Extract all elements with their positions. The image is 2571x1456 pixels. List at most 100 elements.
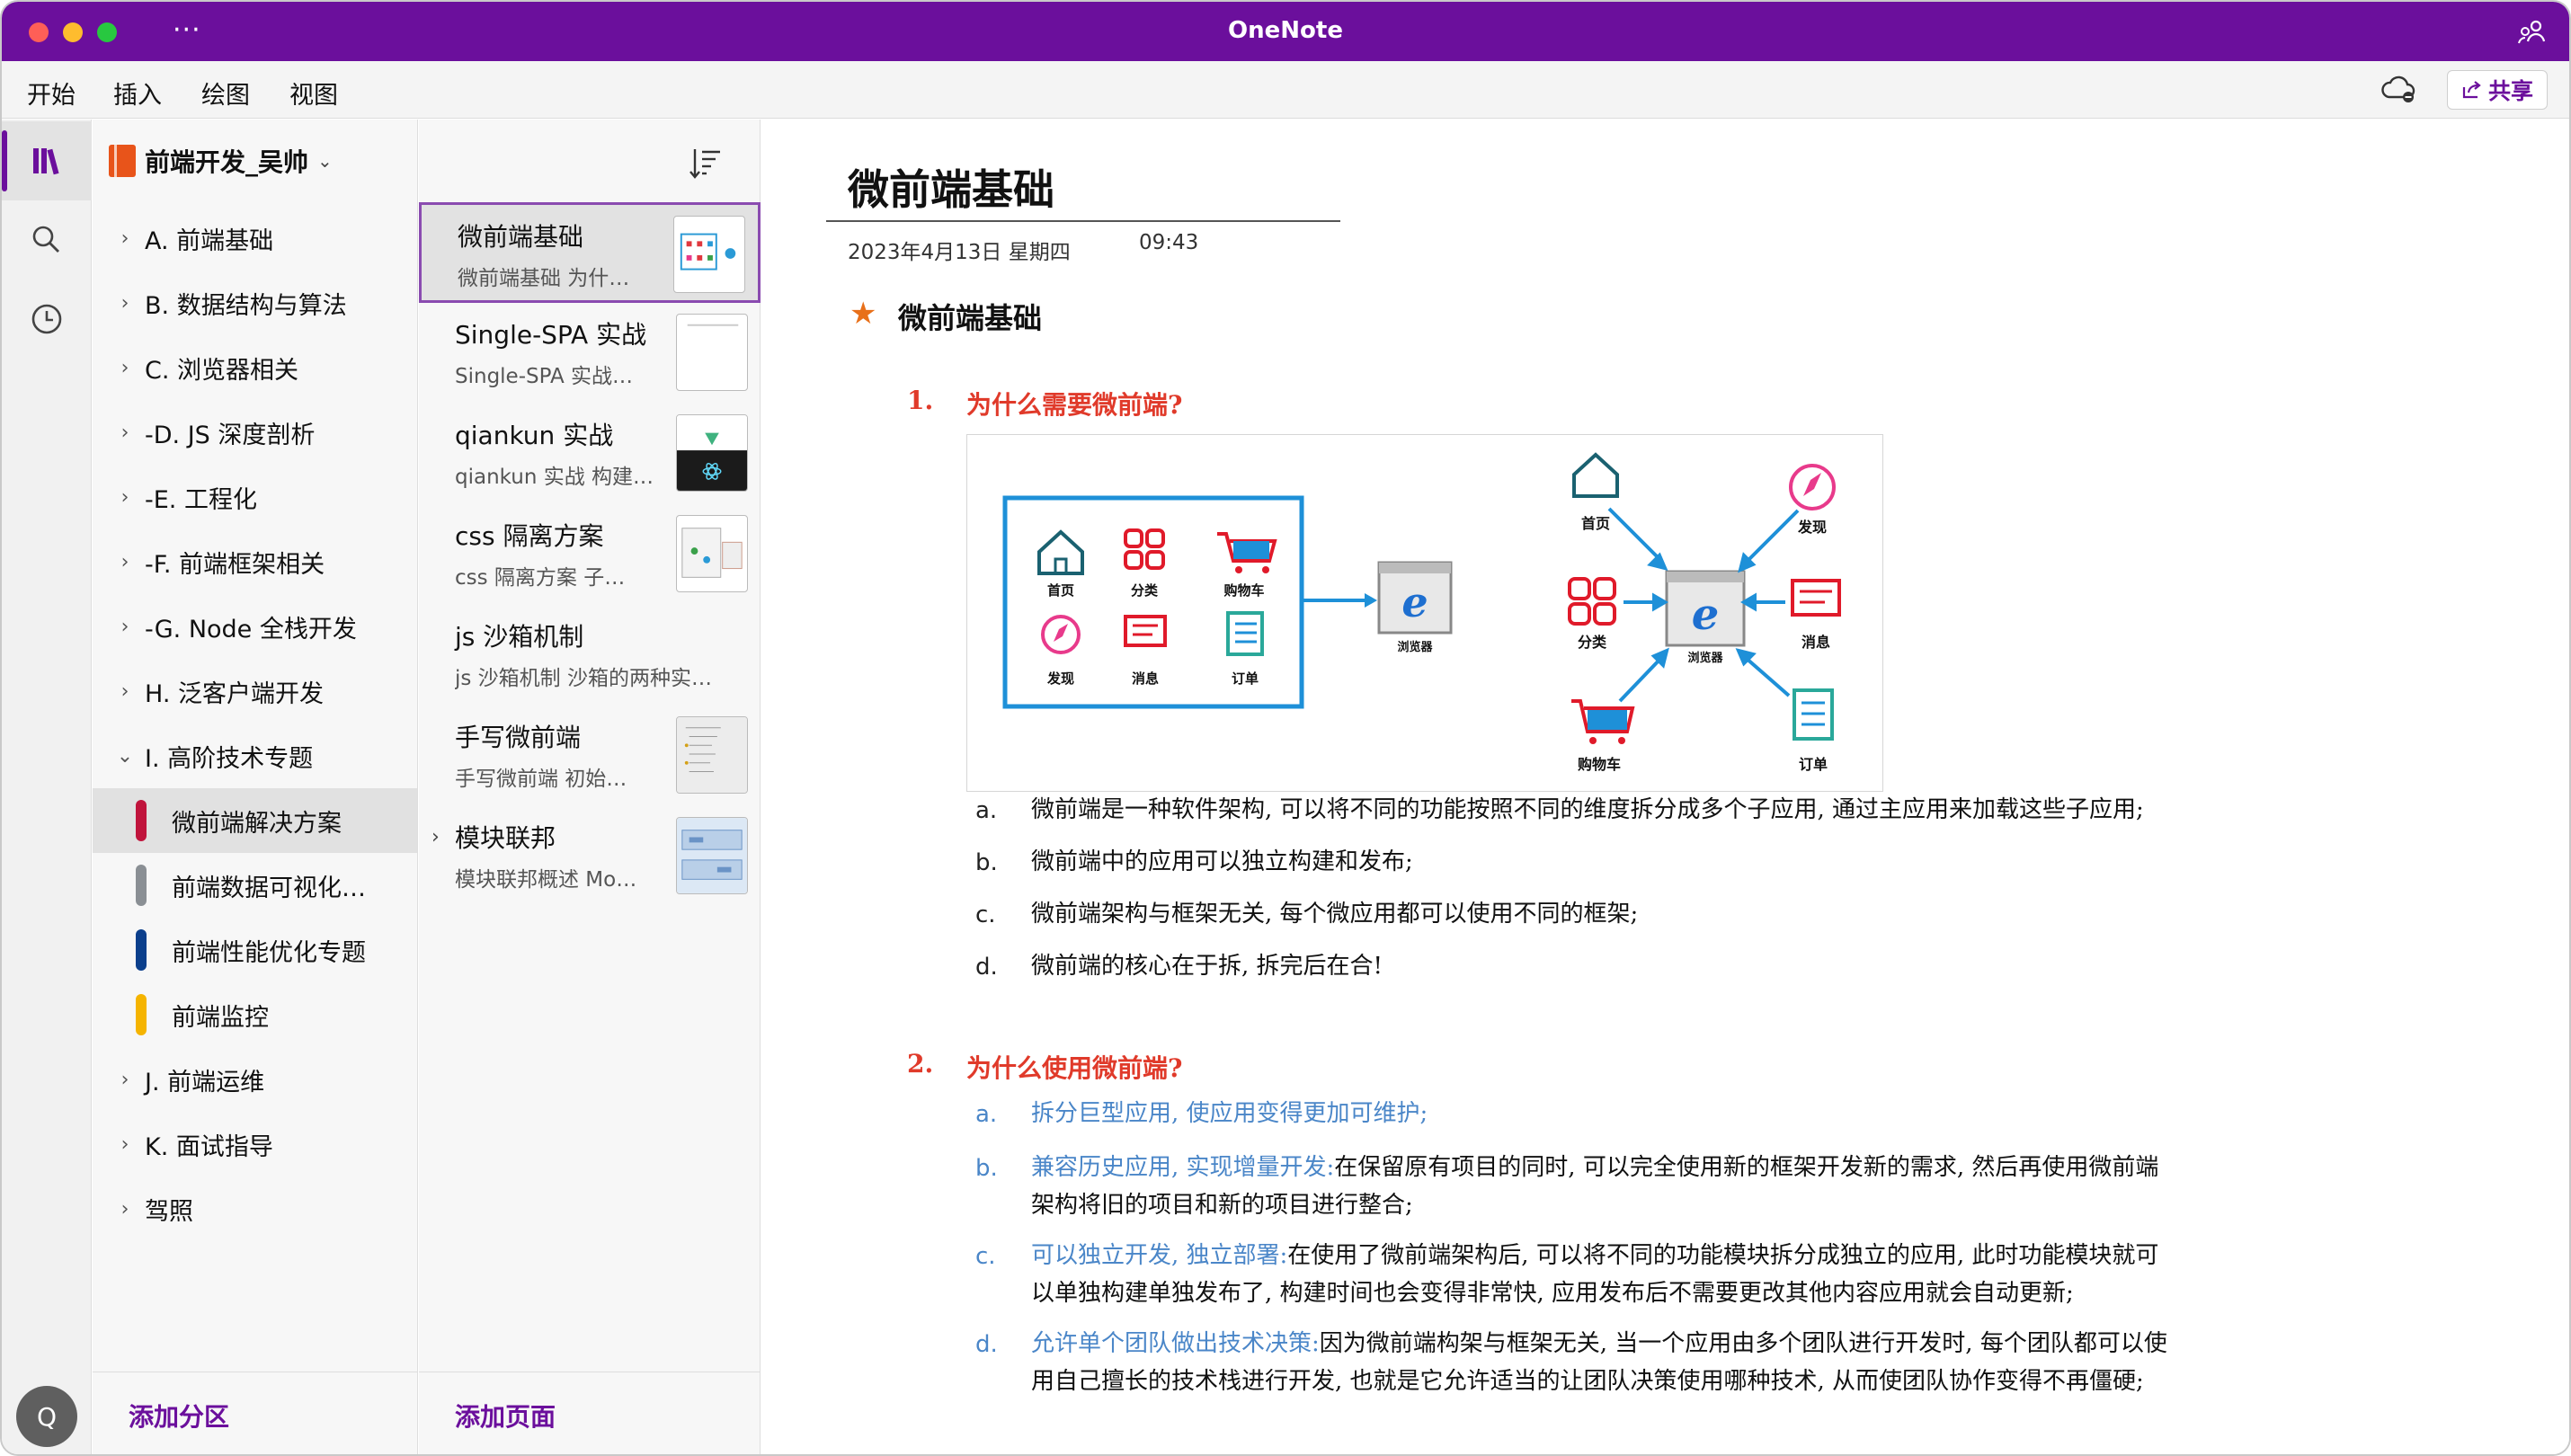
section-group-item[interactable]: › -F. 前端框架相关 — [93, 529, 417, 594]
list-marker: c. — [975, 1243, 996, 1270]
chevron-right-icon: › — [120, 291, 129, 315]
section-group-item[interactable]: › A. 前端基础 — [93, 206, 417, 271]
add-section-button[interactable]: 添加分区 — [93, 1372, 417, 1454]
list-item[interactable]: 微前端中的应用可以独立构建和发布; — [1031, 843, 2460, 881]
list-item[interactable]: 微前端架构与框架无关, 每个微应用都可以使用不同的框架; — [1031, 895, 2460, 933]
section-group-item[interactable]: › 驾照 — [93, 1176, 417, 1241]
content-heading[interactable]: 微前端基础 — [898, 296, 1042, 337]
section-item[interactable]: 前端监控 — [93, 982, 417, 1047]
menu-insert[interactable]: 插入 — [113, 75, 162, 111]
page-item[interactable]: 手写微前端 手写微前端 初始… — [419, 706, 761, 806]
page-item[interactable]: Single-SPA 实战 Single-SPA 实战… — [419, 303, 761, 404]
section-group-item[interactable]: › K. 面试指导 — [93, 1112, 417, 1176]
onenote-window: ··· OneNote 开始 插入 绘图 视图 共享 Q 前端开发_吴帅 ⌄ ›… — [0, 0, 2571, 1456]
sort-icon[interactable] — [688, 145, 724, 181]
question-heading[interactable]: 为什么需要微前端? — [966, 386, 1182, 422]
list-marker: c. — [975, 901, 996, 928]
list-item-continuation[interactable]: 用自己擅长的技术栈进行开发, 也就是它允许适当的让团队决策使用哪种技术, 从而使… — [1031, 1363, 2460, 1400]
chevron-right-icon[interactable]: › — [431, 826, 440, 848]
notebooks-icon — [33, 148, 59, 175]
menu-draw[interactable]: 绘图 — [201, 75, 250, 111]
chevron-right-icon: › — [120, 356, 129, 379]
message-icon — [1124, 615, 1167, 647]
section-label: -D. JS 深度剖析 — [145, 421, 316, 449]
section-group-item[interactable]: › B. 数据结构与算法 — [93, 271, 417, 335]
diagram-label-order-right: 订单 — [1799, 756, 1828, 773]
section-group-item[interactable]: › -G. Node 全栈开发 — [93, 594, 417, 659]
order-icon — [1226, 611, 1264, 656]
section-group-item[interactable]: › J. 前端运维 — [93, 1047, 417, 1112]
notebook-name: 前端开发_吴帅 — [145, 147, 309, 177]
list-item[interactable]: 微前端的核心在于拆, 拆完后在合! — [1031, 947, 2460, 985]
recent-rail-button[interactable] — [2, 280, 92, 359]
list-item[interactable]: 允许单个团队做出技术决策:因为微前端构架与框架无关, 当一个应用由多个团队进行开… — [1031, 1325, 2460, 1363]
section-item[interactable]: 前端性能优化专题 — [93, 918, 417, 982]
section-group-item[interactable]: › -D. JS 深度剖析 — [93, 400, 417, 465]
search-rail-button[interactable] — [2, 200, 92, 280]
diagram-label-order: 订单 — [1232, 670, 1259, 687]
app-title: OneNote — [1228, 17, 1343, 44]
page-preview: 微前端基础 为什… — [458, 267, 630, 290]
section-label: -E. 工程化 — [145, 485, 257, 514]
section-group-item[interactable]: › C. 浏览器相关 — [93, 335, 417, 400]
list-item[interactable]: 微前端是一种软件架构, 可以将不同的功能按照不同的维度拆分成多个子应用, 通过主… — [1031, 791, 2460, 829]
page-canvas[interactable]: 微前端基础 2023年4月13日 星期四 09:43 ★ 微前端基础 1. 为什… — [761, 120, 2569, 1454]
search-icon — [32, 226, 59, 253]
notebooks-rail-button[interactable] — [2, 121, 92, 200]
cart-icon — [1217, 532, 1277, 573]
section-label: -G. Node 全栈开发 — [145, 615, 357, 644]
architecture-image: 首页 分类 购物车 发现 消息 订单 e 浏览器 e 浏览器 首页 发现 分类 … — [1002, 452, 1841, 773]
chevron-right-icon: › — [120, 1197, 129, 1221]
micro-frontend-diagram[interactable]: 首页 分类 购物车 发现 消息 订单 e 浏览器 e 浏览器 首页 发现 分类 … — [966, 434, 1883, 792]
page-title-heading[interactable]: 微前端基础 — [848, 157, 1054, 217]
page-preview: js 沙箱机制 沙箱的两种实… — [455, 667, 712, 690]
diagram-label-browser: 浏览器 — [1397, 640, 1433, 654]
section-label: 前端监控 — [172, 1003, 269, 1032]
title-bar: ··· OneNote — [2, 2, 2569, 61]
page-item[interactable]: › 模块联邦 模块联邦概述 Mo… — [419, 806, 761, 907]
account-avatar[interactable]: Q — [16, 1386, 77, 1447]
list-item-lead: 拆分巨型应用, 使应用变得更加可维护; — [1031, 1100, 1428, 1127]
list-item[interactable]: 拆分巨型应用, 使应用变得更加可维护; — [1031, 1095, 2460, 1132]
diagram-label-message-right: 消息 — [1801, 634, 1830, 651]
notebook-picker[interactable]: 前端开发_吴帅 ⌄ — [93, 120, 417, 202]
page-thumbnail — [673, 216, 745, 293]
menu-home[interactable]: 开始 — [27, 75, 76, 111]
section-group-item-expanded[interactable]: ⌄ I. 高阶技术专题 — [93, 724, 417, 788]
menu-view[interactable]: 视图 — [289, 75, 338, 111]
star-icon: ★ — [850, 296, 877, 332]
section-group-item[interactable]: › -E. 工程化 — [93, 465, 417, 529]
list-item-continuation[interactable]: 以单独构建单独发布了, 构建时间也会变得非常快, 应用发布后不需要更改其他内容应… — [1031, 1274, 2460, 1312]
section-group-item[interactable]: › H. 泛客户端开发 — [93, 659, 417, 724]
diagram-label-discover: 发现 — [1046, 670, 1074, 687]
page-thumbnail — [676, 716, 748, 794]
list-item-lead: 可以独立开发, 独立部署: — [1031, 1242, 1288, 1269]
list-item-continuation[interactable]: 架构将旧的项目和新的项目进行整合; — [1031, 1186, 2460, 1224]
list-item[interactable]: 兼容历史应用, 实现增量开发:在保留原有项目的同时, 可以完全使用新的框架开发新… — [1031, 1149, 2460, 1186]
list-item-body: 在使用了微前端架构后, 可以将不同的功能模块拆分成独立的应用, 此时功能模块就可 — [1287, 1242, 2159, 1269]
page-preview: Single-SPA 实战… — [455, 365, 634, 388]
page-title: js 沙箱机制 — [455, 622, 584, 652]
page-item[interactable]: css 隔离方案 css 隔离方案 子… — [419, 504, 761, 605]
diagram-label-home-right: 首页 — [1581, 515, 1610, 532]
section-color-tab — [136, 994, 147, 1035]
collaborate-icon[interactable] — [2515, 16, 2548, 49]
list-item[interactable]: 可以独立开发, 独立部署:在使用了微前端架构后, 可以将不同的功能模块拆分成独立… — [1031, 1237, 2460, 1274]
share-button[interactable]: 共享 — [2447, 70, 2548, 110]
chevron-right-icon: › — [120, 226, 129, 250]
chevron-right-icon: › — [120, 1068, 129, 1091]
chevron-right-icon: › — [120, 421, 129, 444]
add-page-button[interactable]: 添加页面 — [419, 1372, 760, 1454]
category-icon — [1124, 528, 1165, 570]
question-heading[interactable]: 为什么使用微前端? — [966, 1049, 1182, 1085]
page-item[interactable]: qiankun 实战 qiankun 实战 构建… — [419, 404, 761, 504]
section-label: -F. 前端框架相关 — [145, 550, 325, 579]
section-item[interactable]: 前端数据可视化… — [93, 853, 417, 918]
section-label: K. 面试指导 — [145, 1132, 273, 1161]
section-item-selected[interactable]: 微前端解决方案 — [93, 788, 417, 853]
page-item-selected[interactable]: 微前端基础 微前端基础 为什… — [419, 202, 761, 303]
chevron-right-icon: › — [120, 615, 129, 638]
sync-status-icon[interactable] — [2380, 74, 2416, 106]
page-item[interactable]: js 沙箱机制 js 沙箱机制 沙箱的两种实… — [419, 605, 761, 706]
chevron-right-icon: › — [120, 679, 129, 703]
